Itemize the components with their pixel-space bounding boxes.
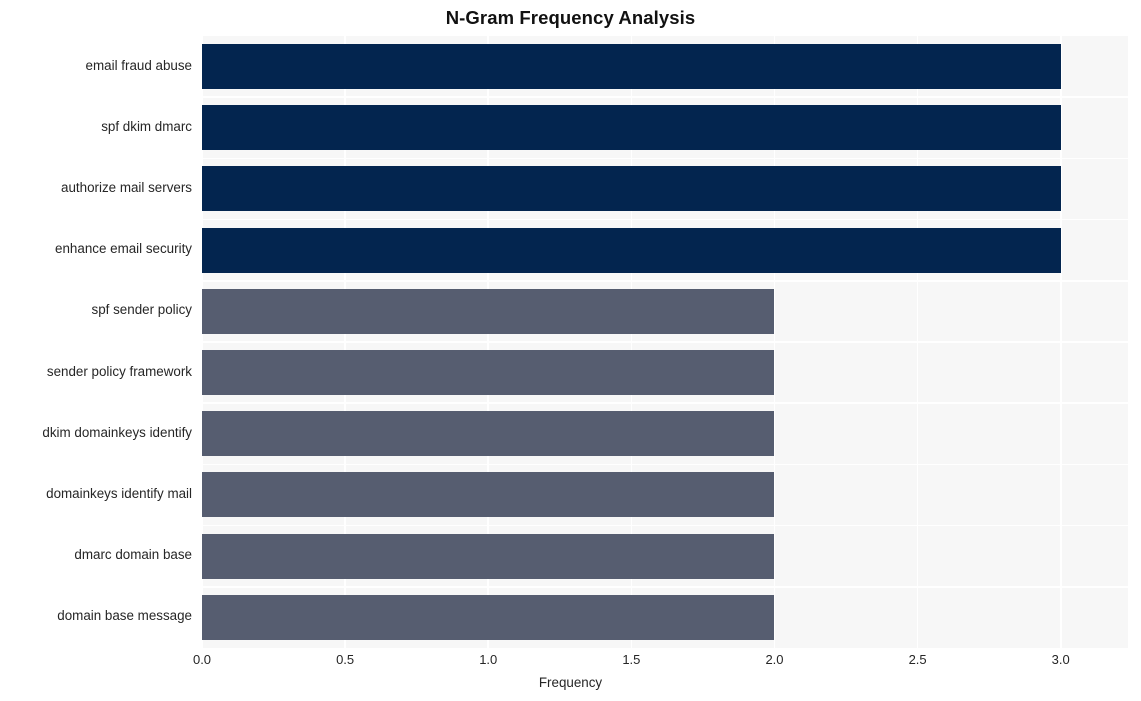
bar[interactable] bbox=[202, 411, 775, 457]
x-axis-tick-label: 3.0 bbox=[1051, 652, 1070, 667]
x-axis-tick-label: 2.5 bbox=[908, 652, 927, 667]
y-axis-tick-label: enhance email security bbox=[55, 241, 192, 257]
bar[interactable] bbox=[202, 44, 1061, 90]
y-axis-tick-label: email fraud abuse bbox=[85, 57, 192, 73]
bar-slot bbox=[202, 97, 1128, 158]
x-axis-tick-label: 1.5 bbox=[622, 652, 641, 667]
x-axis-title: Frequency bbox=[538, 675, 603, 690]
bar[interactable] bbox=[202, 350, 775, 396]
bar[interactable] bbox=[202, 227, 1061, 273]
bars-layer bbox=[202, 36, 1128, 648]
x-axis-tick-label: 1.0 bbox=[479, 652, 498, 667]
x-axis-tick-label: 2.0 bbox=[765, 652, 784, 667]
y-axis-tick-label: spf sender policy bbox=[91, 302, 192, 318]
bar-slot bbox=[202, 526, 1128, 587]
bar-slot bbox=[202, 587, 1128, 648]
y-axis-tick-label: sender policy framework bbox=[46, 363, 192, 379]
ngram-frequency-chart: N-Gram Frequency Analysis email fraud ab… bbox=[0, 0, 1141, 701]
bar-slot bbox=[202, 36, 1128, 97]
bar-slot bbox=[202, 158, 1128, 219]
bar[interactable] bbox=[202, 105, 1061, 151]
bar[interactable] bbox=[202, 472, 775, 518]
x-axis-tick-label: 0.5 bbox=[336, 652, 355, 667]
chart-title: N-Gram Frequency Analysis bbox=[445, 7, 696, 28]
bar-slot bbox=[202, 342, 1128, 403]
bar[interactable] bbox=[202, 533, 775, 579]
bar[interactable] bbox=[202, 594, 775, 640]
y-axis-labels: email fraud abuse spf dkim dmarc authorize… bbox=[0, 36, 192, 648]
plot-area bbox=[202, 36, 1128, 648]
y-axis-tick-label: dmarc domain base bbox=[74, 547, 192, 563]
x-axis-tick-label: 0.0 bbox=[192, 652, 212, 667]
y-axis-tick-label: authorize mail servers bbox=[61, 180, 192, 195]
y-axis-tick-label: dkim domainkeys identify bbox=[42, 424, 192, 440]
y-axis-tick-label: domainkeys identify mail bbox=[46, 486, 192, 501]
y-axis-tick-label: spf dkim dmarc bbox=[101, 118, 192, 134]
bar-slot bbox=[202, 464, 1128, 525]
bar-slot bbox=[202, 281, 1128, 342]
x-axis-tick-labels: 0.0 0.5 1.0 1.5 2.0 2.5 3.0 bbox=[0, 652, 1141, 672]
bar[interactable] bbox=[202, 288, 775, 334]
y-axis-tick-label: domain base message bbox=[57, 608, 192, 624]
bar[interactable] bbox=[202, 166, 1061, 212]
bar-slot bbox=[202, 403, 1128, 464]
bar-slot bbox=[202, 220, 1128, 281]
